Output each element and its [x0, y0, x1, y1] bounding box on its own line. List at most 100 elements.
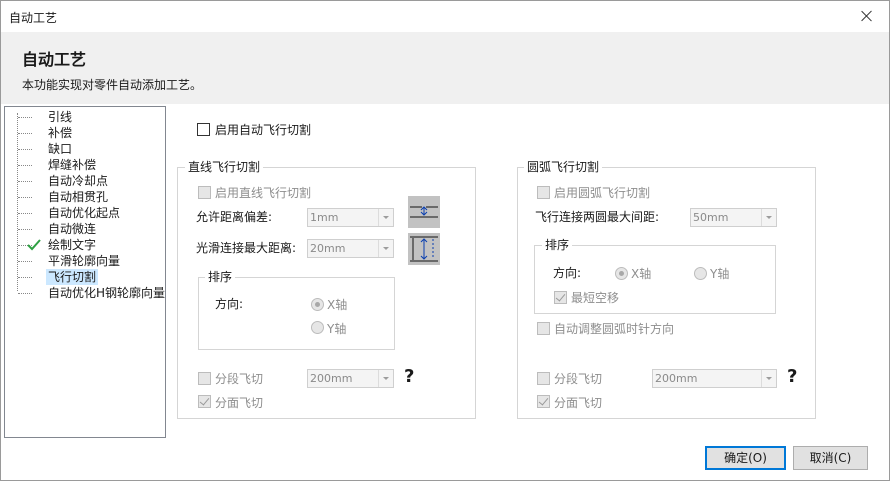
- line-sort-group: [198, 277, 395, 350]
- chevron-down-icon: [761, 209, 776, 226]
- tree-item-intersect-hole[interactable]: 自动相贯孔: [5, 189, 165, 205]
- tree-branch: [18, 197, 32, 198]
- line-face-fly-checkbox[interactable]: [198, 395, 211, 408]
- line-x-axis-radio[interactable]: [311, 298, 324, 311]
- tree-branch: [18, 229, 32, 230]
- tree-item-cooling-point[interactable]: 自动冷却点: [5, 173, 165, 189]
- enable-line-fly-label: 启用直线飞行切割: [215, 186, 312, 200]
- tolerance-select[interactable]: 1mm: [307, 208, 394, 227]
- tree-item-label: 补偿: [48, 126, 73, 140]
- tree-item-label: 飞行切割: [46, 269, 99, 285]
- line-face-fly-label: 分面飞切: [215, 396, 264, 410]
- auto-adjust-arc-checkbox[interactable]: [537, 322, 550, 335]
- tree-item-micro-joint[interactable]: 自动微连: [5, 221, 165, 237]
- tree-branch: [18, 181, 32, 182]
- tree-item-label: 绘制文字: [48, 238, 97, 252]
- dialog-window: 自动工艺 自动工艺 本功能实现对零件自动添加工艺。 引线 补偿 缺口 焊缝补偿 …: [0, 0, 890, 481]
- tolerance-diagram-icon: [408, 196, 440, 228]
- max-distance-label: 光滑连接最大距离:: [196, 241, 297, 255]
- max-gap-label: 飞行连接两圆最大间距:: [535, 210, 660, 224]
- arc-y-axis-label: Y轴: [710, 267, 730, 281]
- tree-item-weld-compensation[interactable]: 焊缝补偿: [5, 157, 165, 173]
- max-distance-value: 20mm: [310, 242, 346, 255]
- arc-face-fly-checkbox[interactable]: [537, 395, 550, 408]
- tree-item-optimize-start[interactable]: 自动优化起点: [5, 205, 165, 221]
- tree-item-label: 自动相贯孔: [48, 190, 109, 204]
- tree-item-label: 引线: [48, 110, 73, 124]
- feature-tree[interactable]: 引线 补偿 缺口 焊缝补偿 自动冷却点 自动相贯孔 自动优化起点 自动微连 绘制…: [4, 106, 166, 438]
- arc-direction-label: 方向:: [553, 266, 582, 280]
- tree-branch: [18, 277, 32, 278]
- dialog-header: 自动工艺 本功能实现对零件自动添加工艺。: [1, 32, 889, 104]
- enable-auto-fly-label: 启用自动飞行切割: [215, 123, 312, 137]
- title-bar: 自动工艺: [1, 1, 889, 32]
- ok-button[interactable]: 确定(O): [705, 446, 786, 470]
- line-sort-title: 排序: [205, 270, 236, 284]
- max-gap-value: 50mm: [693, 211, 729, 224]
- line-y-axis-label: Y轴: [327, 322, 347, 336]
- shortest-move-label: 最短空移: [571, 291, 620, 305]
- checkmark-icon: [27, 239, 41, 251]
- header-title: 自动工艺: [22, 50, 87, 69]
- tolerance-value: 1mm: [310, 211, 339, 224]
- arc-x-axis-label: X轴: [631, 267, 652, 281]
- chevron-down-icon: [378, 370, 393, 387]
- enable-arc-fly-checkbox[interactable]: [537, 186, 550, 199]
- arc-segment-fly-label: 分段飞切: [554, 372, 603, 386]
- header-description: 本功能实现对零件自动添加工艺。: [22, 78, 203, 92]
- tree-branch: [18, 165, 32, 166]
- arc-y-axis-radio[interactable]: [694, 267, 707, 280]
- max-gap-select[interactable]: 50mm: [690, 208, 777, 227]
- arc-fly-cut-group-title: 圆弧飞行切割: [524, 160, 603, 174]
- window-title: 自动工艺: [9, 11, 58, 25]
- chevron-down-icon: [378, 209, 393, 226]
- cancel-button[interactable]: 取消(C): [793, 446, 868, 470]
- tree-item-draw-text[interactable]: 绘制文字: [5, 237, 165, 253]
- tree-item-label: 缺口: [48, 142, 73, 156]
- line-segment-fly-checkbox[interactable]: [198, 372, 211, 385]
- arc-help-icon[interactable]: ?: [787, 367, 797, 387]
- line-segment-fly-label: 分段飞切: [215, 372, 264, 386]
- arc-face-fly-label: 分面飞切: [554, 396, 603, 410]
- close-icon[interactable]: [853, 3, 881, 29]
- tree-branch: [18, 133, 32, 134]
- arc-x-axis-radio[interactable]: [615, 267, 628, 280]
- max-distance-select[interactable]: 20mm: [307, 239, 394, 258]
- tree-item-label: 自动优化H钢轮廓向量: [48, 286, 166, 300]
- line-help-icon[interactable]: ?: [404, 367, 414, 387]
- line-segment-value: 200mm: [310, 372, 353, 385]
- tree-item-smooth-vector[interactable]: 平滑轮廓向量: [5, 253, 165, 269]
- chevron-down-icon: [378, 240, 393, 257]
- tree-item-compensation[interactable]: 补偿: [5, 125, 165, 141]
- shortest-move-checkbox[interactable]: [554, 291, 567, 304]
- tree-branch: [18, 213, 32, 214]
- tree-item-h-steel-vector[interactable]: 自动优化H钢轮廓向量: [5, 285, 165, 301]
- enable-auto-fly-checkbox[interactable]: [197, 123, 210, 136]
- auto-adjust-arc-label: 自动调整圆弧时针方向: [554, 322, 675, 336]
- line-segment-select[interactable]: 200mm: [307, 369, 394, 388]
- line-x-axis-label: X轴: [327, 298, 348, 312]
- enable-line-fly-checkbox[interactable]: [198, 186, 211, 199]
- line-direction-label: 方向:: [215, 297, 244, 311]
- tree-item-notch[interactable]: 缺口: [5, 141, 165, 157]
- tree-branch: [18, 293, 32, 294]
- enable-arc-fly-label: 启用圆弧飞行切割: [554, 186, 651, 200]
- arc-sort-title: 排序: [542, 238, 573, 252]
- tolerance-label: 允许距离偏差:: [196, 210, 273, 224]
- tree-branch: [18, 117, 32, 118]
- line-fly-cut-group-title: 直线飞行切割: [185, 160, 264, 174]
- tree-item-label: 平滑轮廓向量: [48, 254, 121, 268]
- tree-item-label: 自动冷却点: [48, 174, 109, 188]
- arc-segment-select[interactable]: 200mm: [652, 369, 777, 388]
- tree-item-fly-cut[interactable]: 飞行切割: [5, 269, 165, 285]
- chevron-down-icon: [761, 370, 776, 387]
- tree-item-lead[interactable]: 引线: [5, 109, 165, 125]
- tree-item-label: 焊缝补偿: [48, 158, 97, 172]
- tree-branch: [18, 261, 32, 262]
- max-distance-diagram-icon: [408, 233, 440, 265]
- tree-branch: [18, 149, 32, 150]
- tree-item-label: 自动优化起点: [48, 206, 121, 220]
- line-y-axis-radio[interactable]: [311, 321, 324, 334]
- arc-segment-fly-checkbox[interactable]: [537, 372, 550, 385]
- arc-segment-value: 200mm: [655, 372, 698, 385]
